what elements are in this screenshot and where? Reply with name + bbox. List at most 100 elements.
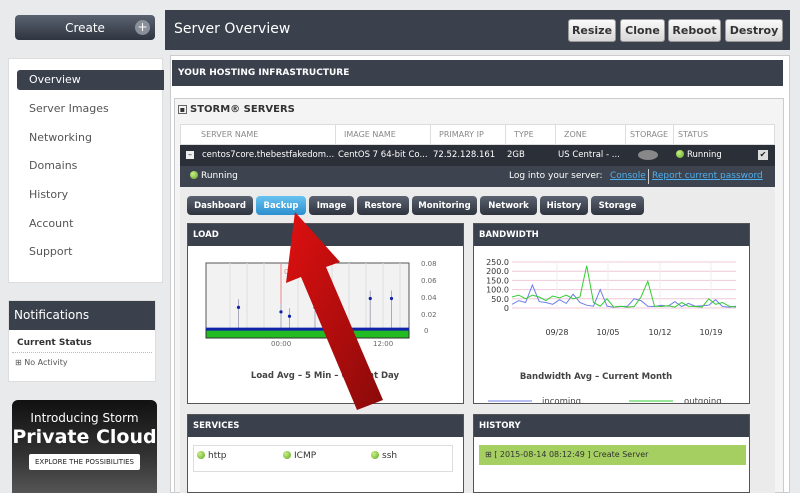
load-panel: LOAD Oct 21 0.08 0.06 0.04 0.02 0 00:00 …	[187, 223, 464, 404]
status-dot-icon	[197, 451, 205, 459]
login-label: Log into your server:	[509, 171, 603, 181]
load-point	[389, 296, 394, 301]
y-tick: 0.04	[421, 294, 437, 302]
sidebar-item-server-images[interactable]: Server Images	[17, 99, 164, 119]
status-dot-icon	[676, 150, 684, 158]
notification-entry[interactable]: ⊞ No Activity	[9, 353, 155, 372]
x-tick: 09/28	[545, 328, 568, 337]
load-point	[279, 310, 283, 314]
notifications-title: Notifications	[9, 301, 155, 330]
x-tick: 00:00	[271, 340, 291, 348]
expand-icon[interactable]: ⊞	[485, 450, 494, 459]
load-point	[287, 314, 292, 318]
table-row[interactable]: – centos7core.thebestfakedom... CentOS 7…	[180, 145, 775, 166]
resize-button[interactable]: Resize	[568, 19, 616, 42]
y-tick: 0	[424, 327, 428, 335]
server-name: centos7core.thebestfakedom...	[202, 150, 335, 160]
legend-incoming: incoming	[542, 397, 581, 403]
x-tick: 10/12	[648, 328, 671, 337]
services-panel: SERVICES http ICMP ssh	[187, 414, 464, 493]
load-point	[236, 305, 241, 309]
sidebar-item-networking[interactable]: Networking	[17, 128, 164, 148]
row-checkbox[interactable]: ✔	[758, 150, 768, 160]
history-panel: HISTORY ⊞ [ 2015-08-14 08:12:49 ] Create…	[473, 414, 750, 493]
tab-storage[interactable]: Storage	[591, 196, 644, 215]
infrastructure-title: YOUR HOSTING INFRASTRUCTURE	[172, 60, 783, 86]
link-divider	[648, 169, 649, 184]
bandwidth-chart: 250.0200.0150.0100.050.00 09/28 10/05 10/1…	[486, 258, 737, 407]
load-caption: Load Avg – 5 Min – Current Day	[251, 371, 400, 381]
tab-network[interactable]: Network	[480, 196, 537, 215]
destroy-button[interactable]: Destroy	[725, 19, 783, 42]
load-green-bar	[205, 329, 410, 339]
sidebar-item-domains[interactable]: Domains	[17, 156, 164, 176]
sidebar-item-history[interactable]: History	[17, 185, 164, 205]
collapse-row-icon[interactable]: –	[186, 151, 194, 159]
service-label: http	[208, 451, 227, 461]
tab-monitoring[interactable]: Monitoring	[412, 196, 477, 215]
explore-button[interactable]: EXPLORE THE POSSIBILITIES	[28, 454, 141, 470]
reboot-button[interactable]: Reboot	[668, 19, 721, 42]
notification-text: No Activity	[24, 358, 68, 367]
console-link[interactable]: Console	[610, 166, 646, 187]
history-entry[interactable]: ⊞ [ 2015-08-14 08:12:49 ] Create Server	[479, 445, 746, 465]
ad-line2: Private Cloud	[12, 426, 157, 448]
image-name: CentOS 7 64-bit Co...	[338, 150, 428, 160]
col-image-name[interactable]: IMAGE NAME	[336, 125, 431, 144]
collapse-icon[interactable]: ▪	[178, 105, 187, 114]
status: Running	[676, 145, 722, 166]
create-label: Create	[65, 20, 105, 35]
col-status[interactable]: STATUS	[674, 125, 776, 144]
tab-image[interactable]: Image	[309, 196, 354, 215]
create-button[interactable]: Create +	[15, 15, 155, 40]
status-text: Running	[687, 150, 722, 160]
load-point	[313, 305, 317, 309]
load-plot-area	[205, 262, 410, 339]
clone-button[interactable]: Clone	[620, 19, 665, 42]
running-status: Running	[190, 166, 238, 187]
y-tick: 0	[504, 304, 509, 313]
day-marker-label: Oct 21	[284, 268, 307, 276]
zone: US Central - ...	[558, 150, 620, 160]
private-cloud-ad[interactable]: Introducing Storm Private Cloud EXPLORE …	[12, 400, 157, 493]
bandwidth-title: BANDWIDTH	[474, 224, 749, 246]
ad-line1: Introducing Storm	[30, 411, 139, 425]
status-dot-icon	[190, 171, 198, 179]
col-primary-ip[interactable]: PRIMARY IP	[431, 125, 506, 144]
col-server-name[interactable]: SERVER NAME	[181, 125, 336, 144]
storage-disk-icon	[638, 150, 658, 160]
legend-outgoing: outgoing	[684, 397, 722, 403]
sidebar-item-support[interactable]: Support	[17, 242, 164, 262]
tab-dashboard[interactable]: Dashboard	[187, 196, 253, 215]
service-icmp: ICMP	[283, 451, 316, 461]
primary-ip: 72.52.128.161	[433, 150, 496, 160]
service-http: http	[197, 451, 226, 461]
service-label: ICMP	[294, 451, 317, 461]
col-storage[interactable]: STORAGE	[626, 125, 674, 144]
sidebar-item-overview[interactable]: Overview	[17, 70, 164, 90]
tab-backup[interactable]: Backup	[256, 196, 306, 215]
report-password-link[interactable]: Report current password	[652, 166, 763, 187]
bandwidth-panel: BANDWIDTH 250.0 200.0 150.0 100.0 50.0 0 09/2…	[473, 223, 750, 407]
y-tick: 250.0	[486, 258, 509, 267]
y-tick: 150.0	[486, 276, 509, 285]
storm-servers-header[interactable]: ▪ STORM® SERVERS	[178, 104, 295, 115]
y-tick: 100.0	[486, 286, 509, 295]
col-type[interactable]: TYPE	[506, 125, 556, 144]
server-type: 2GB	[507, 150, 525, 160]
sidebar-item-account[interactable]: Account	[17, 214, 164, 234]
history-title: HISTORY	[474, 415, 749, 437]
running-text: Running	[201, 171, 238, 181]
y-tick: 200.0	[486, 267, 509, 276]
y-tick: 0.08	[421, 260, 437, 268]
x-tick: 12:00	[373, 340, 393, 348]
tab-history[interactable]: History	[540, 196, 588, 215]
tab-restore[interactable]: Restore	[357, 196, 409, 215]
expand-icon: ⊞	[15, 358, 25, 367]
services-title: SERVICES	[188, 415, 463, 437]
load-chart: Oct 21 0.08 0.06 0.04 0.02 0 00:00 12:00…	[205, 260, 437, 381]
plus-icon: +	[135, 20, 150, 35]
col-zone[interactable]: ZONE	[556, 125, 626, 144]
table-header: SERVER NAME IMAGE NAME PRIMARY IP TYPE Z…	[180, 124, 775, 145]
y-tick: 0.06	[421, 277, 437, 285]
